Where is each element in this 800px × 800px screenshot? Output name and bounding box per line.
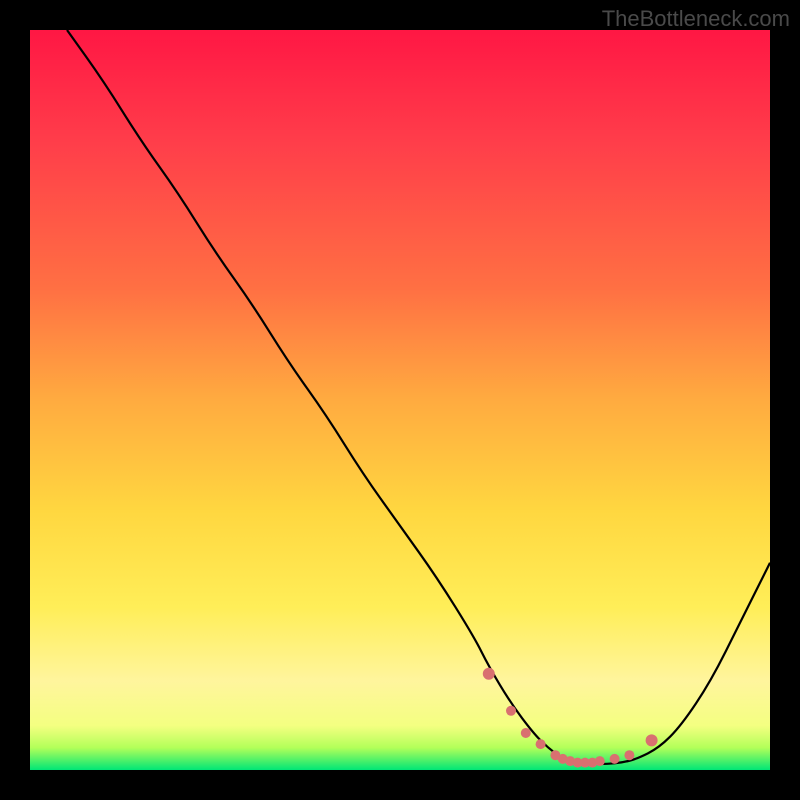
- marker-point: [646, 734, 658, 746]
- marker-point: [521, 728, 531, 738]
- marker-group: [483, 668, 658, 768]
- marker-point: [483, 668, 495, 680]
- bottleneck-curve-path: [67, 30, 770, 764]
- chart-container: [30, 30, 770, 770]
- watermark-text: TheBottleneck.com: [602, 6, 790, 32]
- marker-point: [506, 706, 516, 716]
- marker-point: [595, 756, 605, 766]
- marker-point: [624, 750, 634, 760]
- marker-point: [610, 754, 620, 764]
- marker-point: [536, 739, 546, 749]
- curve-overlay: [30, 30, 770, 770]
